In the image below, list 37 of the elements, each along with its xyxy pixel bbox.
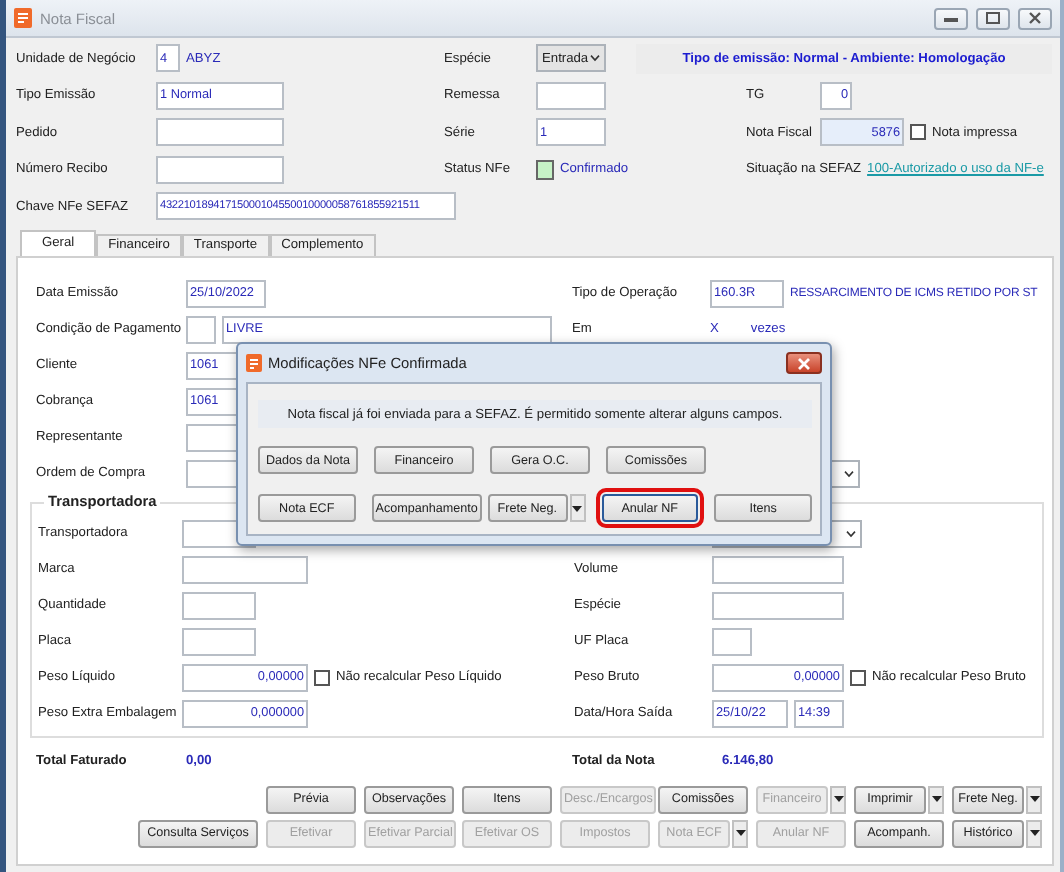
caret-icon <box>1029 830 1039 836</box>
text-field[interactable] <box>156 155 284 184</box>
checkbox[interactable] <box>850 669 866 685</box>
close-button[interactable] <box>1018 7 1052 29</box>
app-icon <box>246 354 262 372</box>
text-field[interactable] <box>182 591 256 619</box>
text-field[interactable] <box>182 555 308 583</box>
text-field[interactable] <box>186 315 216 343</box>
app-icon <box>14 8 32 28</box>
close-icon <box>1028 12 1042 24</box>
text-field[interactable] <box>182 627 256 655</box>
chevron-icon <box>590 54 600 63</box>
caret-icon <box>833 796 843 802</box>
caret-icon <box>735 830 745 836</box>
chevron-icon <box>846 529 856 537</box>
dropdown-button[interactable] <box>928 785 944 813</box>
text-field[interactable] <box>712 591 844 619</box>
maximize-icon <box>986 12 1000 24</box>
dropdown-button[interactable] <box>569 494 585 522</box>
close-button[interactable] <box>786 352 822 374</box>
checkbox[interactable] <box>910 124 926 141</box>
text-field[interactable] <box>536 81 606 110</box>
dropdown-button[interactable] <box>1026 819 1042 847</box>
chevron-icon <box>844 469 854 477</box>
maximize-button[interactable] <box>976 7 1010 29</box>
close-icon <box>798 357 810 369</box>
dropdown-button[interactable] <box>1026 785 1042 813</box>
checkbox[interactable] <box>314 669 330 685</box>
caret-icon <box>931 796 941 802</box>
minimize-button[interactable] <box>934 7 968 29</box>
text-field[interactable] <box>156 118 284 147</box>
minimize-icon <box>944 15 958 21</box>
status-indicator <box>536 159 554 180</box>
text-field[interactable] <box>712 555 844 583</box>
caret-icon <box>572 505 582 511</box>
text-field[interactable] <box>712 627 752 655</box>
caret-icon <box>1029 796 1039 802</box>
